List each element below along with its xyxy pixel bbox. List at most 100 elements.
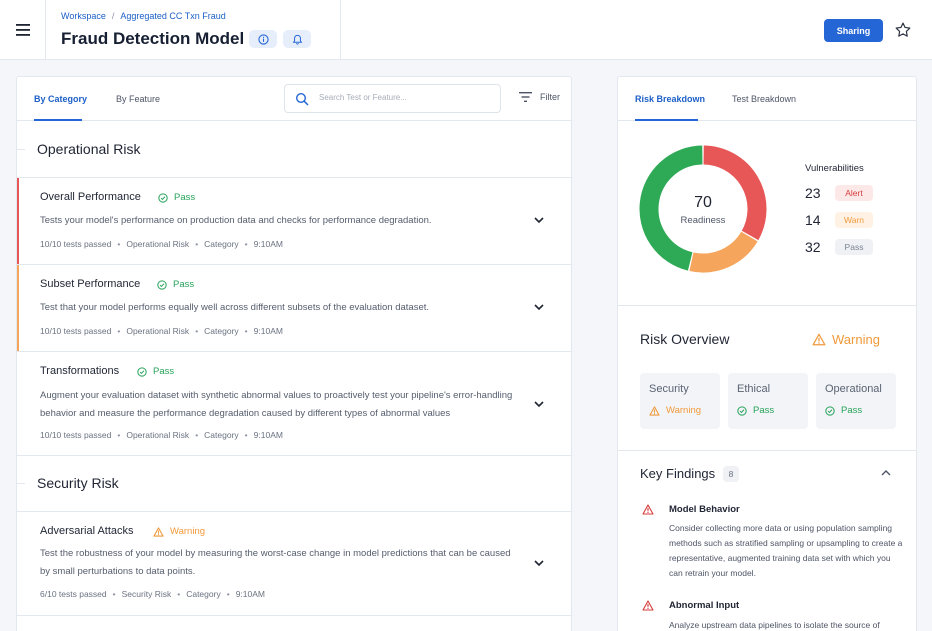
meta-time: 9:10AM [253,430,283,440]
vuln-row-pass: 32 Pass [805,239,873,255]
meta-separator: • [244,430,248,440]
status-label: Pass [174,192,196,203]
alert-triangle-icon [642,600,654,611]
test-card-subset-performance[interactable]: Subset Performance Pass Test that your m… [17,265,571,352]
vulnerabilities-title: Vulnerabilities [805,163,864,174]
meta-risk: Security Risk [121,589,172,599]
alert-accent [17,178,19,264]
test-description: Test the robustness of your model by mea… [40,548,511,577]
warning-triangle-icon [812,333,826,346]
meta-risk: Operational Risk [126,430,190,440]
warning-triangle-icon [153,526,164,537]
meta-separator: • [177,589,181,599]
meta-tests-passed: 10/10 tests passed [40,239,112,249]
risk-card-name: Security [649,383,689,395]
hamburger-icon [15,24,30,36]
info-button[interactable] [249,30,277,48]
alert-badge: Alert [835,185,873,201]
meta-separator: • [244,239,248,249]
risk-card-status-label: Pass [841,405,863,416]
app-header: Workspace / Aggregated CC Txn Fraud Frau… [0,0,932,60]
breadcrumb-separator: / [111,11,115,21]
test-meta: 10/10 tests passed • Operational Risk • Ca… [40,326,283,336]
risk-overview-title: Risk Overview [640,331,730,347]
chevron-down-icon[interactable] [533,559,545,567]
meta-separator: • [117,239,121,249]
filter-button[interactable]: Filter [519,92,560,102]
search-icon [295,92,309,106]
chevron-up-icon[interactable] [880,469,892,477]
menu-button[interactable] [0,0,46,60]
bell-icon [292,34,302,45]
status-label: Warning [170,526,206,537]
risk-card-status-label: Warning [666,405,702,416]
status-badge: Pass [158,192,195,203]
meta-risk: Operational Risk [126,239,190,249]
filter-label: Filter [540,92,560,102]
test-description: Augment your evaluation dataset with syn… [40,390,513,419]
key-findings-count: 8 [723,466,739,482]
warn-badge: Warn [835,212,873,228]
favorite-button[interactable] [892,19,914,41]
chevron-down-icon[interactable] [533,216,545,224]
meta-separator: • [226,589,230,599]
risk-panel: Risk Breakdown Test Breakdown 70 Readine… [617,76,917,631]
risk-card-status: Warning [649,405,701,416]
page-title: Fraud Detection Model [61,29,245,48]
finding-body: Consider collecting more data or using p… [669,523,903,578]
meta-separator: • [195,430,199,440]
tab-by-category[interactable]: By Category [34,94,87,104]
check-circle-icon [157,279,167,290]
meta-time: 9:10AM [253,239,283,249]
warning-accent [17,265,19,351]
section-divider [17,149,25,150]
pass-badge: Pass [835,239,873,255]
meta-type: Category [186,589,221,599]
warning-triangle-icon [649,405,660,416]
test-meta: 6/10 tests passed • Security Risk • Catego… [40,589,265,599]
status-badge: Pass [137,366,174,377]
readiness-value: 70 [694,194,712,211]
tab-test-breakdown[interactable]: Test Breakdown [732,94,796,104]
sharing-button[interactable]: Sharing [824,19,883,42]
tab-by-feature[interactable]: By Feature [116,94,160,104]
breadcrumb-project[interactable]: Aggregated CC Txn Fraud [120,11,225,21]
right-tabs: Risk Breakdown Test Breakdown [618,77,916,121]
meta-type: Category [204,430,239,440]
test-card-adversarial-attacks[interactable]: Adversarial Attacks Warning Test the rob… [17,512,571,616]
test-card-overall-performance[interactable]: Overall Performance Pass Tests your mode… [17,178,571,265]
chevron-down-icon[interactable] [533,400,545,408]
test-title: Overall Performance [40,191,141,203]
section-security-risk: Security Risk [17,456,571,512]
meta-time: 9:10AM [253,326,283,336]
vuln-row-warn: 14 Warn [805,212,873,228]
section-divider [17,483,25,484]
notifications-button[interactable] [283,30,311,48]
check-circle-icon [825,405,835,416]
key-findings-title: Key Findings [640,466,716,481]
meta-time: 9:10AM [235,589,265,599]
test-meta: 10/10 tests passed • Operational Risk • Ca… [40,430,283,440]
tab-risk-breakdown[interactable]: Risk Breakdown [635,94,705,104]
meta-tests-passed: 6/10 tests passed [40,589,107,599]
status-label: Pass [173,279,195,290]
breadcrumb-workspace[interactable]: Workspace [61,11,106,21]
finding-body: Analyze upstream data pipelines to isola… [669,620,880,630]
risk-card-operational[interactable]: Operational Pass [816,373,896,429]
search-input[interactable] [319,93,489,102]
chevron-down-icon[interactable] [533,303,545,311]
check-circle-icon [137,366,147,377]
test-description: Tests your model's performance on produc… [40,215,432,226]
breadcrumb: Workspace / Aggregated CC Txn Fraud [61,11,226,21]
risk-card-security[interactable]: Security Warning [640,373,720,429]
risk-overview-status-label: Warning [832,332,880,347]
risk-card-name: Ethical [737,383,771,395]
risk-card-ethical[interactable]: Ethical Pass [728,373,808,429]
check-circle-icon [737,405,747,416]
risk-card-status-label: Pass [753,405,775,416]
meta-separator: • [112,589,116,599]
status-label: Pass [153,366,175,377]
test-card-transformations[interactable]: Transformations Pass Augment your evalua… [17,352,571,456]
vuln-count: 23 [805,185,821,201]
meta-separator: • [117,326,121,336]
